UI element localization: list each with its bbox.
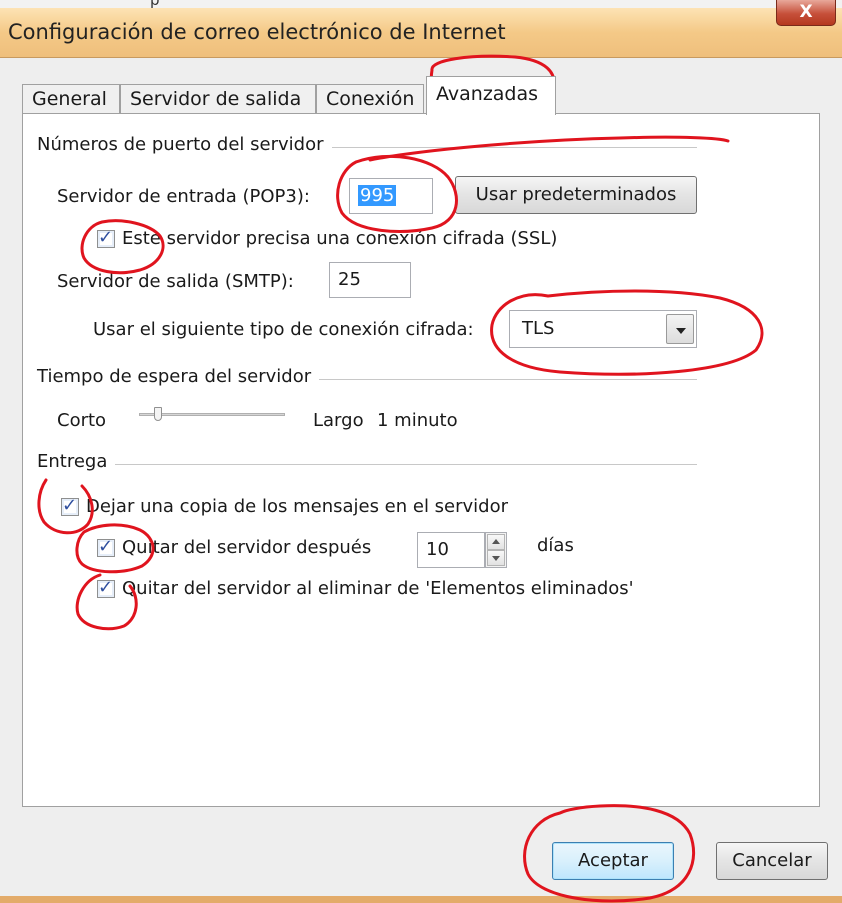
close-icon: X [799,2,813,22]
leave-copy-label: Dejar una copia de los mensajes en el se… [86,496,509,517]
remove-after-days-value: 10 [426,539,449,560]
tab-outgoing-server[interactable]: Servidor de salida [120,84,316,114]
advanced-panel: Números de puerto del servidor Servidor … [22,113,820,807]
remove-deleted-checkbox[interactable]: ✓ [97,577,115,598]
remove-after-checkbox[interactable]: ✓ [97,536,115,557]
title-bar: Configuración de correo electrónico de I… [0,8,842,58]
remove-after-label: Quitar del servidor después [122,537,372,558]
cancel-button-label: Cancelar [732,850,812,871]
spin-up-icon[interactable] [487,534,505,550]
tab-label: General [32,88,107,110]
outgoing-port-label: Servidor de salida (SMTP): [57,271,294,292]
leave-copy-checkbox[interactable]: ✓ [61,495,79,516]
ports-group-label: Números de puerto del servidor [37,134,332,155]
encryption-type-select[interactable]: TLS [509,310,697,348]
tab-label: Avanzadas [436,83,539,105]
days-spinner[interactable] [485,532,507,568]
timeout-long-label: Largo [313,410,364,431]
ssl-checkbox-label: Este servidor precisa una conexión cifra… [122,228,558,249]
delivery-group-label: Entrega [37,451,116,472]
slider-thumb-icon[interactable] [153,407,162,421]
accept-button-label: Aceptar [578,850,648,871]
remove-after-days-field[interactable]: 10 [417,532,485,568]
timeout-value-label: 1 minuto [377,410,458,431]
window-title: Configuración de correo electrónico de I… [8,20,506,44]
checkmark-icon: ✓ [98,536,114,557]
tab-label: Servidor de salida [130,88,302,110]
tab-advanced[interactable]: Avanzadas [426,76,556,115]
incoming-port-value: 995 [358,185,397,206]
close-button[interactable]: X [776,0,836,26]
tab-general[interactable]: General [22,84,120,114]
dropdown-arrow-icon[interactable] [666,314,694,344]
spin-down-icon[interactable] [487,550,505,566]
cancel-button[interactable]: Cancelar [716,842,828,880]
outgoing-port-value: 25 [338,269,361,290]
remove-deleted-label: Quitar del servidor al eliminar de 'Elem… [122,578,634,599]
encryption-type-label: Usar el siguiente tipo de conexión cifra… [93,319,474,340]
group-divider [37,464,697,465]
checkmark-icon: ✓ [98,577,114,598]
timeout-short-label: Corto [57,410,107,431]
window-bottom-border [0,896,842,903]
encryption-type-value: TLS [522,318,555,339]
dialog-body: General Servidor de salida Conexión Avan… [0,58,842,903]
accept-button[interactable]: Aceptar [552,842,674,880]
ssl-checkbox[interactable]: ✓ [97,227,115,248]
use-defaults-button[interactable]: Usar predeterminados [455,176,697,214]
outgoing-port-field[interactable]: 25 [329,262,411,298]
use-defaults-label: Usar predeterminados [475,184,677,205]
incoming-port-label: Servidor de entrada (POP3): [57,186,310,207]
checkmark-icon: ✓ [98,227,114,248]
tab-label: Conexión [326,88,415,110]
tab-connection[interactable]: Conexión [316,84,424,114]
days-unit-label: días [537,535,574,556]
incoming-port-field[interactable]: 995 [349,178,433,214]
timeout-group-label: Tiempo de espera del servidor [37,366,320,387]
checkmark-icon: ✓ [62,495,78,516]
